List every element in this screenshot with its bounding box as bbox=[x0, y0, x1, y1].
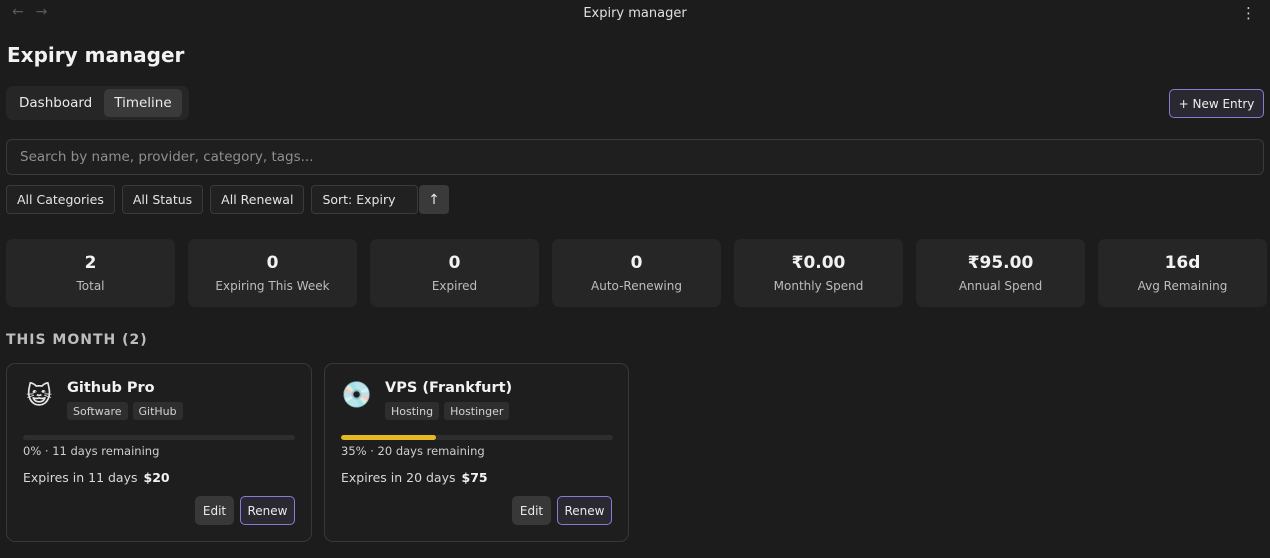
view-tabs: Dashboard Timeline bbox=[6, 86, 189, 120]
stat-label: Expired bbox=[431, 279, 478, 293]
tag-provider: GitHub bbox=[132, 402, 183, 420]
nav-arrows: ← → bbox=[12, 4, 47, 20]
stats-row: 2 Total 0 Expiring This Week 0 Expired 0… bbox=[6, 239, 1267, 307]
entry-name: VPS (Frankfurt) bbox=[385, 380, 513, 396]
window-titlebar: ← → Expiry manager ⋮ bbox=[0, 0, 1270, 26]
sort-select[interactable]: Sort: Expiry bbox=[311, 185, 419, 214]
stat-label: Monthly Spend bbox=[773, 279, 864, 293]
forward-arrow-icon[interactable]: → bbox=[36, 4, 48, 20]
entry-tags: Software GitHub bbox=[67, 402, 183, 420]
section-heading: THIS MONTH (2) bbox=[6, 332, 148, 348]
progress-text: 0% · 11 days remaining bbox=[23, 444, 160, 458]
expiry-info: Expires in 20 days $75 bbox=[341, 470, 488, 485]
stat-label: Annual Spend bbox=[958, 279, 1043, 293]
entry-card-github-pro[interactable]: 😺 Github Pro Software GitHub 0% · 11 day… bbox=[6, 363, 312, 542]
category-filter-select[interactable]: All Categories bbox=[6, 185, 115, 214]
edit-button[interactable]: Edit bbox=[512, 496, 551, 525]
kebab-menu-icon[interactable]: ⋮ bbox=[1241, 4, 1256, 22]
page-title: Expiry manager bbox=[7, 43, 185, 67]
renew-button[interactable]: Renew bbox=[557, 496, 612, 525]
progress-fill bbox=[341, 435, 437, 440]
expires-text: Expires in 11 days bbox=[23, 470, 138, 485]
stat-value: 0 bbox=[630, 253, 643, 273]
entry-tags: Hosting Hostinger bbox=[385, 402, 510, 420]
progress-bar bbox=[23, 435, 295, 440]
cat-face-icon: 😺 bbox=[25, 380, 53, 410]
stat-label: Total bbox=[76, 279, 105, 293]
progress-bar bbox=[341, 435, 613, 440]
stat-value: 2 bbox=[84, 253, 97, 273]
stat-annual-spend: ₹95.00 Annual Spend bbox=[916, 239, 1085, 307]
tag-category: Hosting bbox=[385, 402, 440, 420]
back-arrow-icon[interactable]: ← bbox=[12, 4, 24, 20]
stat-label: Avg Remaining bbox=[1137, 279, 1228, 293]
expires-text: Expires in 20 days bbox=[341, 470, 456, 485]
stat-label: Expiring This Week bbox=[215, 279, 330, 293]
stat-value: ₹95.00 bbox=[967, 253, 1034, 273]
status-filter-select[interactable]: All Status bbox=[121, 185, 204, 214]
stat-value: 0 bbox=[266, 253, 279, 273]
new-entry-button[interactable]: + New Entry bbox=[1169, 89, 1264, 118]
stat-expired: 0 Expired bbox=[370, 239, 539, 307]
stat-value: ₹0.00 bbox=[791, 253, 846, 273]
disc-icon: 💿 bbox=[341, 380, 373, 409]
tag-provider: Hostinger bbox=[444, 402, 510, 420]
price: $75 bbox=[461, 470, 488, 485]
stat-auto-renewing: 0 Auto-Renewing bbox=[552, 239, 721, 307]
renew-button[interactable]: Renew bbox=[240, 496, 295, 525]
stat-value: 16d bbox=[1164, 253, 1201, 273]
stat-total: 2 Total bbox=[6, 239, 175, 307]
arrow-up-icon: ↑ bbox=[428, 191, 440, 208]
edit-button[interactable]: Edit bbox=[195, 496, 234, 525]
entry-card-vps-frankfurt[interactable]: 💿 VPS (Frankfurt) Hosting Hostinger 35% … bbox=[324, 363, 629, 542]
progress-text: 35% · 20 days remaining bbox=[341, 444, 485, 458]
price: $20 bbox=[143, 470, 170, 485]
stat-avg-remaining: 16d Avg Remaining bbox=[1098, 239, 1267, 307]
filter-bar: All Categories All Status All Renewal So… bbox=[6, 185, 419, 214]
tab-dashboard[interactable]: Dashboard bbox=[9, 89, 102, 117]
search-input[interactable]: Search by name, provider, category, tags… bbox=[6, 139, 1264, 175]
stat-value: 0 bbox=[448, 253, 461, 273]
stat-monthly-spend: ₹0.00 Monthly Spend bbox=[734, 239, 903, 307]
tag-category: Software bbox=[67, 402, 128, 420]
expiry-info: Expires in 11 days $20 bbox=[23, 470, 170, 485]
tab-timeline[interactable]: Timeline bbox=[104, 89, 182, 117]
stat-expiring-this-week: 0 Expiring This Week bbox=[188, 239, 357, 307]
sort-direction-button[interactable]: ↑ bbox=[419, 185, 449, 214]
window-title: Expiry manager bbox=[583, 5, 687, 21]
entry-name: Github Pro bbox=[67, 380, 155, 396]
renewal-filter-select[interactable]: All Renewal bbox=[210, 185, 305, 214]
stat-label: Auto-Renewing bbox=[591, 279, 682, 293]
